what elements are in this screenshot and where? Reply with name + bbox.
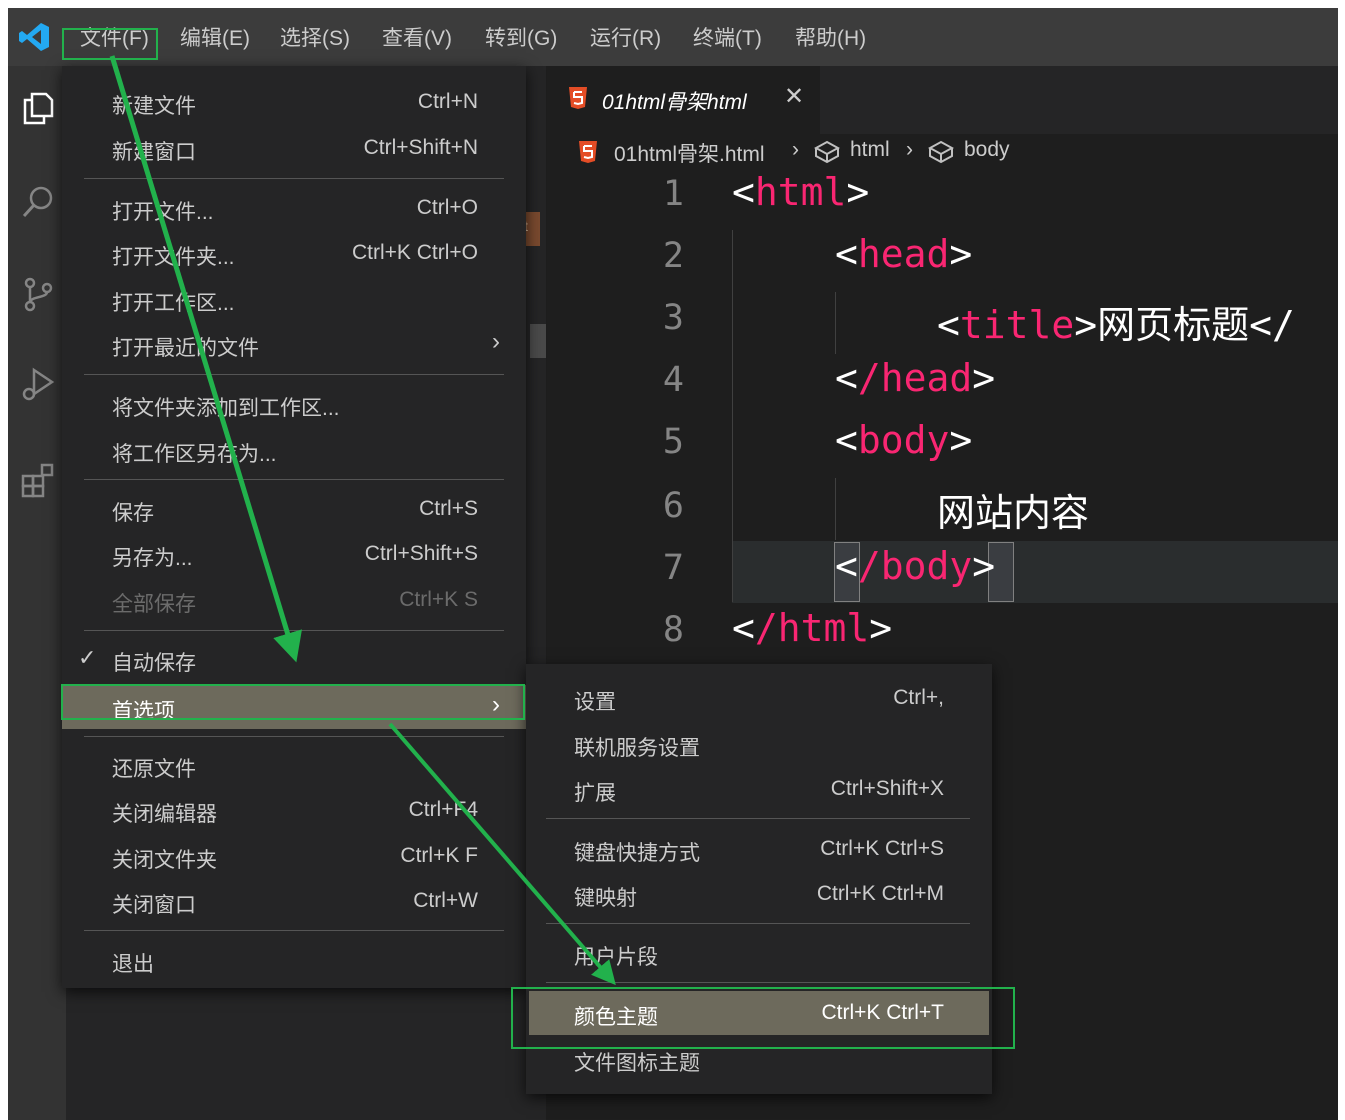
annotation-arrows (109, 55, 616, 986)
arrow-to-preferences (109, 55, 302, 663)
vscode-window: 文件(F) 编辑(E) 选择(S) 查看(V) 转到(G) 运行(R) 终端(T… (8, 8, 1338, 1120)
arrow-to-color-theme (388, 722, 616, 986)
